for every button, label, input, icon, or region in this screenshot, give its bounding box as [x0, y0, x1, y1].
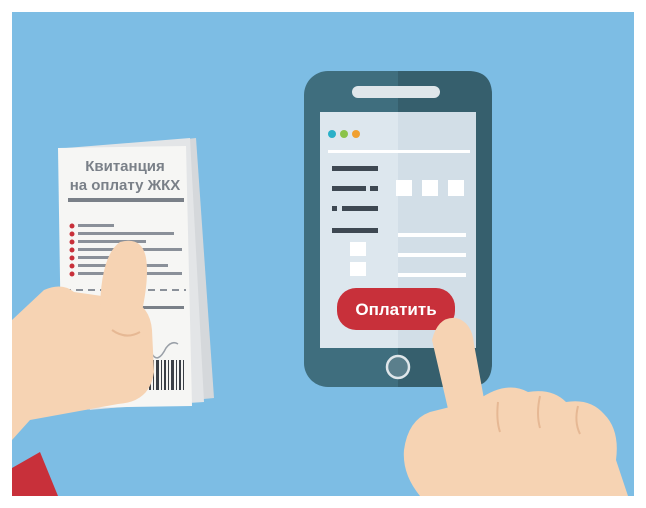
screen-checkbox-1 [350, 242, 366, 256]
code-box-2 [422, 180, 438, 196]
illustration: Квитанция на оплату ЖКХ Оплатить [0, 0, 646, 508]
pay-button[interactable]: Оплатить [337, 288, 455, 330]
receipt-title-line1: Квитанция [85, 158, 165, 175]
screen-header-divider [328, 150, 470, 153]
code-box-3 [448, 180, 464, 196]
window-dot-green [340, 130, 348, 138]
phone-home-button[interactable] [385, 354, 411, 380]
pay-button-label: Оплатить [355, 300, 436, 319]
screen-checkbox-2 [350, 262, 366, 276]
window-dot-orange [352, 130, 360, 138]
receipt-title-divider [68, 198, 184, 202]
window-dot-blue [328, 130, 336, 138]
code-box-1 [396, 180, 412, 196]
phone-speaker [352, 86, 440, 98]
receipt-title-line2: на оплату ЖКХ [70, 177, 181, 194]
